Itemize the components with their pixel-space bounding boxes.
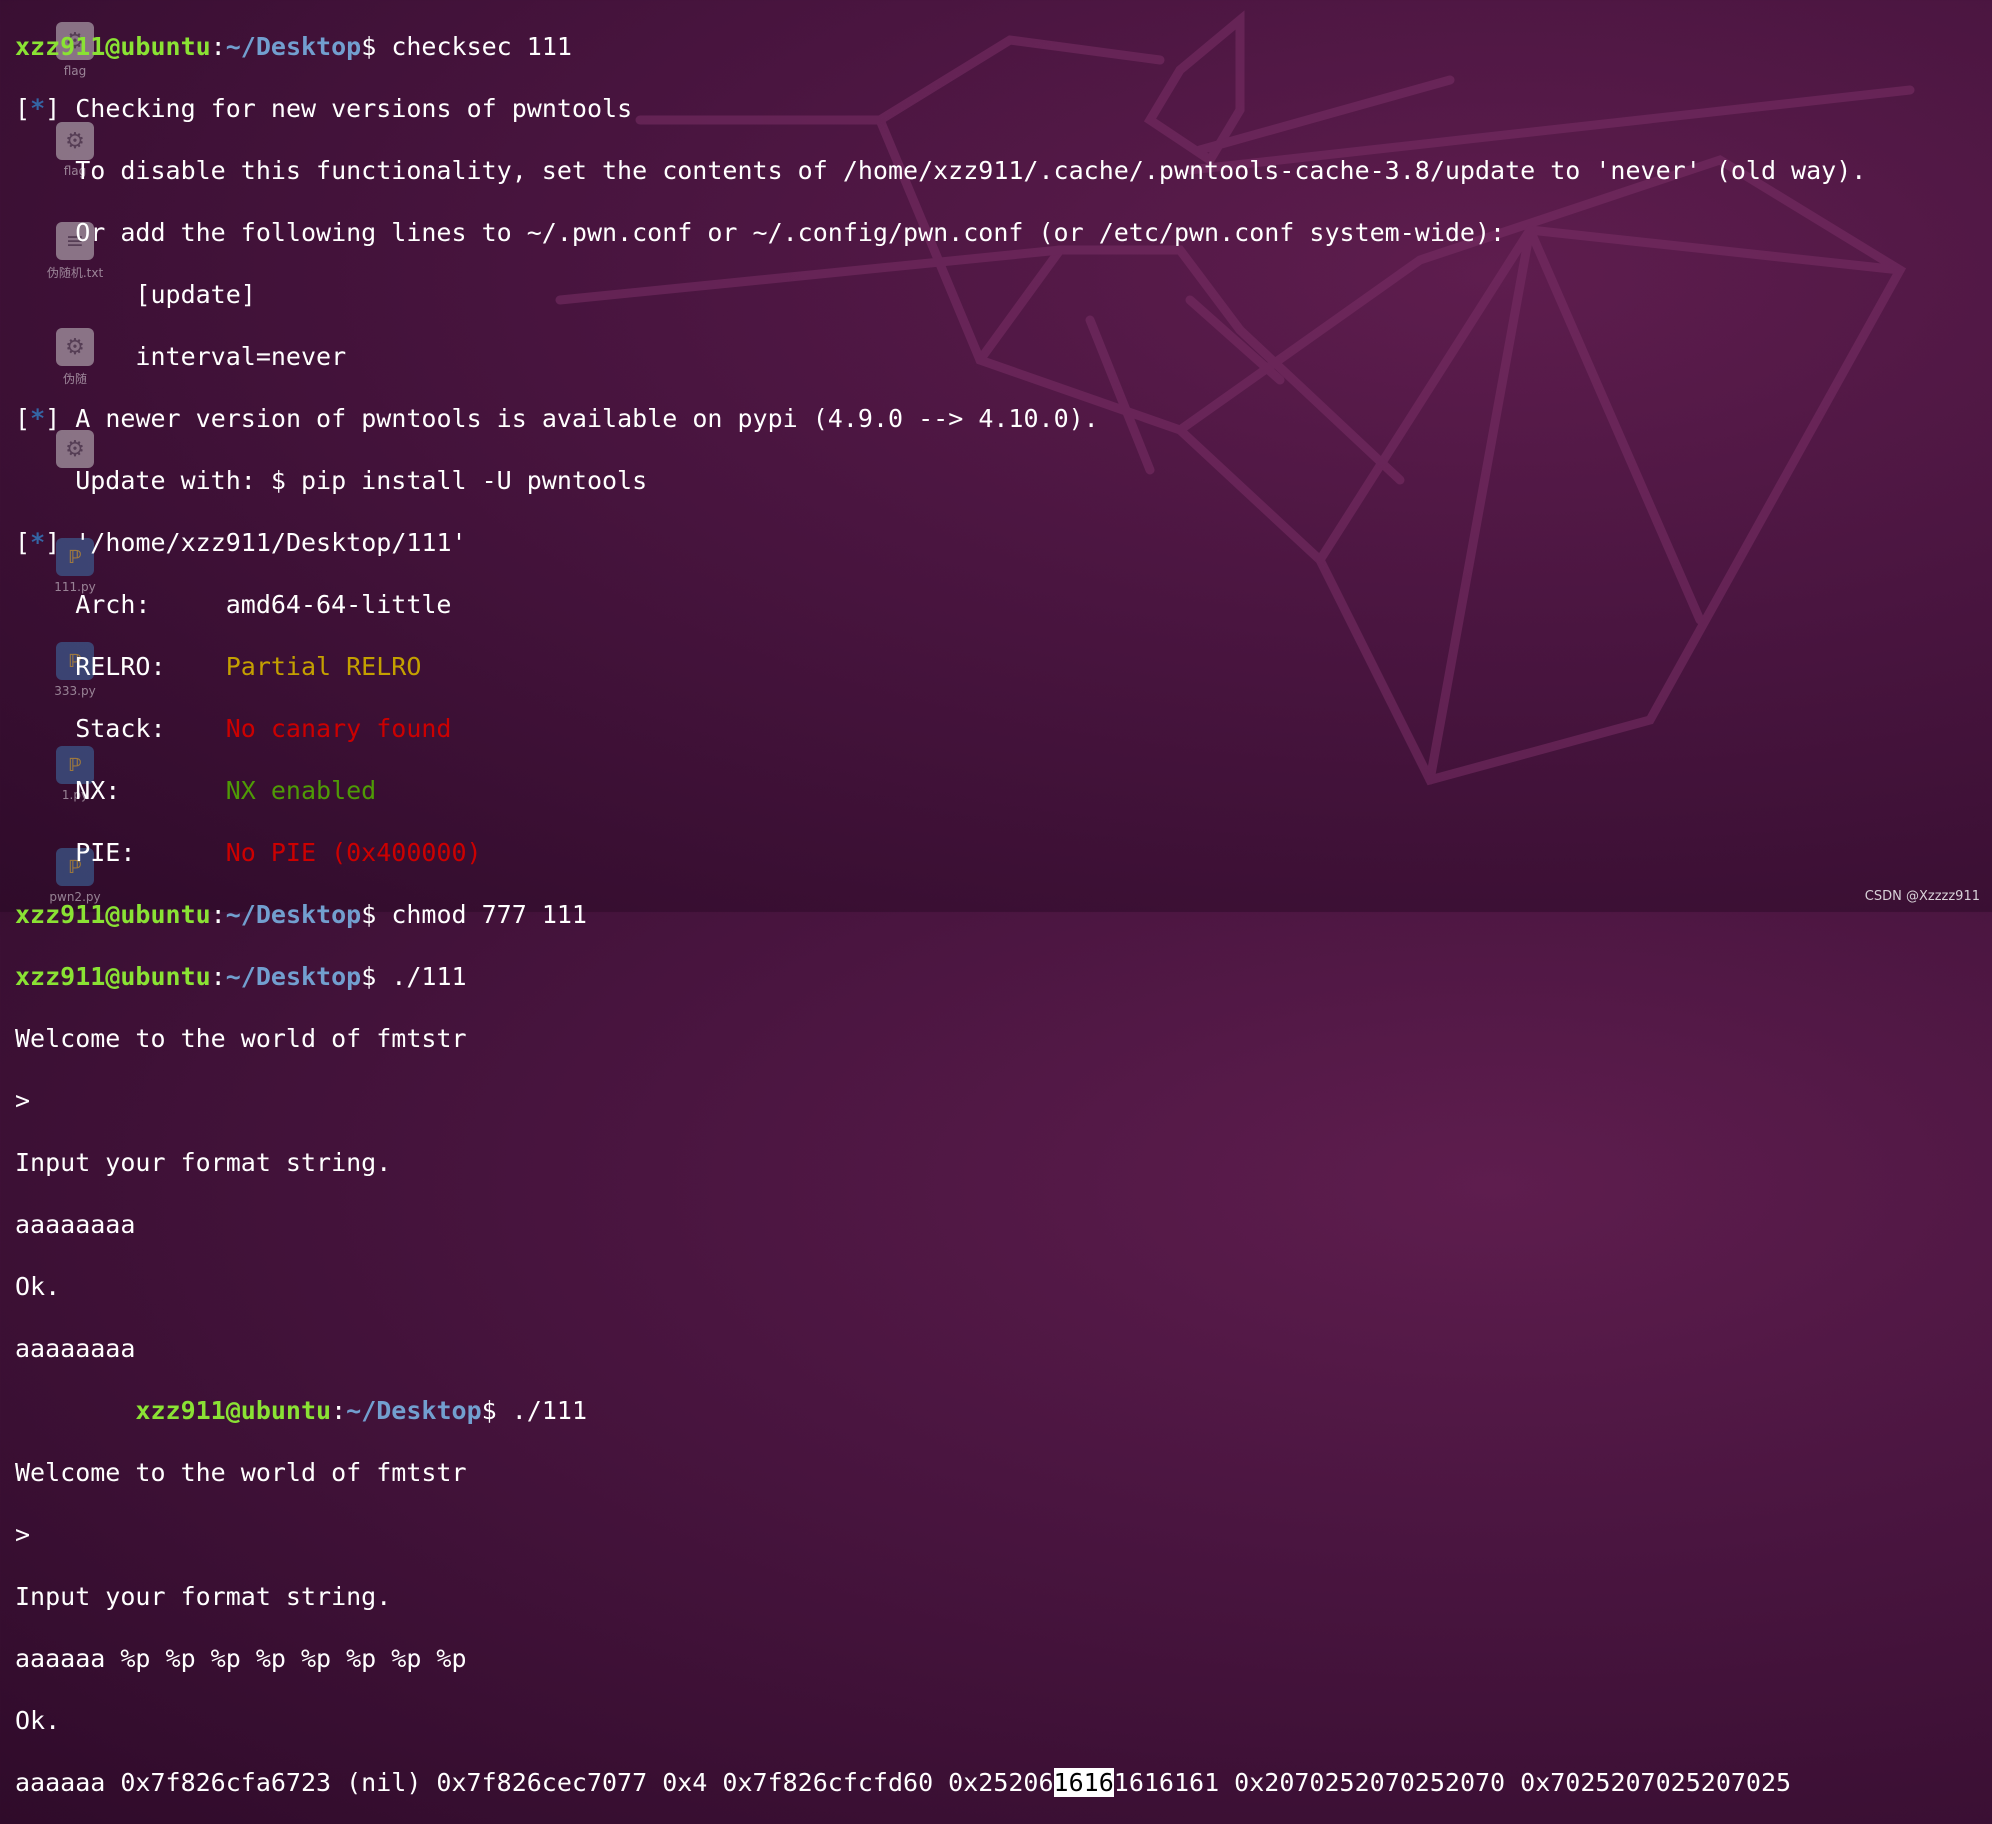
selected-text[interactable]: 1616: [1053, 1768, 1114, 1797]
checksec-value: No PIE (0x400000): [225, 838, 482, 867]
prompt-symbol: $: [361, 962, 377, 991]
output-line: [update]: [15, 280, 256, 309]
output-line: >: [15, 1086, 31, 1115]
prompt-user-host: xzz911@ubuntu: [135, 1396, 332, 1425]
prompt-user-host: xzz911@ubuntu: [15, 32, 211, 61]
output-line: aaaaaa 0x7f826cfa6723 (nil) 0x7f826cec70…: [15, 1767, 1985, 1798]
output-line: Input your format string.: [15, 1148, 392, 1177]
prompt-user-host: xzz911@ubuntu: [15, 962, 211, 991]
checksec-key: Arch:: [15, 590, 226, 619]
checksec-arch: Arch: amd64-64-little: [15, 589, 1985, 620]
prompt-line: xzz911@ubuntu:~/Desktop$ ./111: [15, 962, 467, 991]
output-line: interval=never: [15, 342, 347, 371]
output-text: aaaaaa 0x7f826cfa6723 (nil) 0x7f826cec70…: [15, 1768, 1054, 1797]
output-line: Welcome to the world of fmtstr: [15, 1458, 467, 1487]
output-line: Update with: $ pip install -U pwntools: [15, 466, 648, 495]
prompt-line: xzz911@ubuntu:~/Desktop$ checksec 111: [15, 32, 572, 61]
checksec-value: Partial RELRO: [225, 652, 422, 681]
input-line: aaaaaaaa: [15, 1210, 136, 1239]
info-star: *: [30, 94, 46, 123]
checksec-value: amd64-64-little: [225, 590, 452, 619]
checksec-value: NX enabled: [225, 776, 377, 805]
output-line: Or add the following lines to ~/.pwn.con…: [15, 218, 1506, 247]
output-line: Welcome to the world of fmtstr: [15, 1024, 467, 1053]
checksec-stack: Stack: No canary found: [15, 713, 1985, 744]
terminal-output[interactable]: xzz911@ubuntu:~/Desktop$ checksec 111 [*…: [15, 0, 1985, 1797]
checksec-pie: PIE: No PIE (0x400000): [15, 837, 1985, 868]
prompt-symbol: $: [481, 1396, 497, 1425]
output-line: Ok.: [15, 1272, 61, 1301]
output-text: A newer version of pwntools is available…: [60, 404, 1099, 433]
prompt-path: ~/Desktop: [225, 32, 362, 61]
command-text: ./111: [496, 1396, 587, 1425]
checksec-nx: NX: NX enabled: [15, 775, 1985, 806]
prompt-path: ~/Desktop: [225, 900, 362, 929]
prompt-symbol: $: [361, 32, 377, 61]
output-text: 1616161 0x2070252070252070 0x70252070252…: [1113, 1768, 1792, 1797]
output-line: >: [15, 1520, 31, 1549]
output-text: '/home/xzz911/Desktop/111': [60, 528, 467, 557]
output-line: [*] '/home/xzz911/Desktop/111': [15, 528, 467, 557]
prompt-line: xzz911@ubuntu:~/Desktop$ ./111: [15, 1395, 1985, 1426]
watermark: CSDN @Xzzzz911: [1864, 889, 1980, 904]
command-text: checksec 111: [376, 32, 572, 61]
output-line: Ok.: [15, 1706, 61, 1735]
output-line: Input your format string.: [15, 1582, 392, 1611]
output-line: aaaaaaaa: [15, 1334, 136, 1363]
prompt-path: ~/Desktop: [346, 1396, 482, 1425]
command-text: ./111: [376, 962, 467, 991]
input-line: aaaaaa %p %p %p %p %p %p %p %p: [15, 1644, 467, 1673]
output-text: Checking for new versions of pwntools: [60, 94, 633, 123]
checksec-value: No canary found: [225, 714, 452, 743]
prompt-path: ~/Desktop: [225, 962, 362, 991]
output-line: [*] Checking for new versions of pwntool…: [15, 94, 633, 123]
command-text: chmod 777 111: [376, 900, 587, 929]
prompt-user-host: xzz911@ubuntu: [15, 900, 211, 929]
prompt-line: xzz911@ubuntu:~/Desktop$ chmod 777 111: [15, 900, 587, 929]
output-line: To disable this functionality, set the c…: [15, 156, 1867, 185]
prompt-symbol: $: [361, 900, 377, 929]
checksec-relro: RELRO: Partial RELRO: [15, 651, 1985, 682]
checksec-key: Stack:: [15, 714, 226, 743]
checksec-key: NX:: [15, 776, 226, 805]
checksec-key: RELRO:: [15, 652, 226, 681]
info-star: *: [30, 528, 46, 557]
checksec-key: PIE:: [15, 838, 226, 867]
output-line: [*] A newer version of pwntools is avail…: [15, 404, 1099, 433]
info-star: *: [30, 404, 46, 433]
